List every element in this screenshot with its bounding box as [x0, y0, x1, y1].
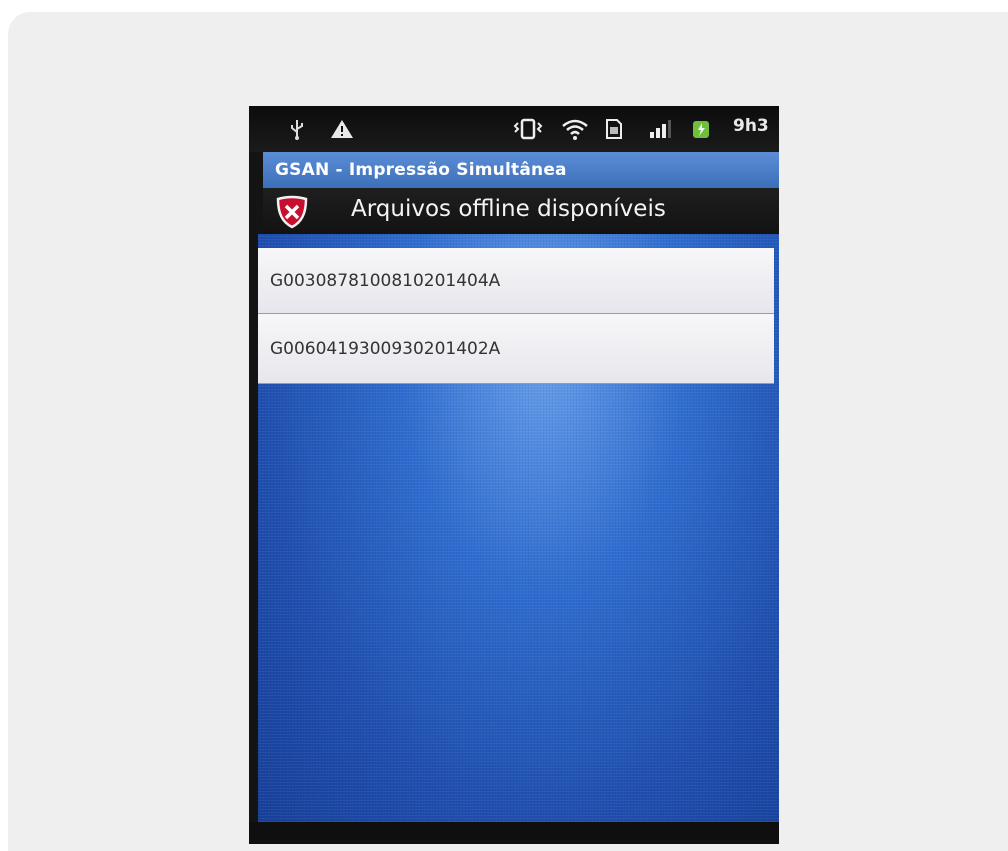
phone-screen: 9h3 GSAN - Impressão Simultânea Arquivos…: [249, 106, 779, 844]
alert-shield-icon: [275, 195, 309, 229]
warning-icon: [329, 116, 355, 142]
bottom-bar: [249, 822, 779, 844]
dialog-header: Arquivos offline disponíveis: [263, 188, 779, 234]
dialog-title: Arquivos offline disponíveis: [351, 196, 666, 222]
list-item-file[interactable]: G0060419300930201402A: [258, 314, 774, 384]
usb-icon: [287, 116, 307, 142]
signal-icon: [647, 116, 673, 142]
status-time: 9h3: [733, 116, 769, 136]
battery-icon: [689, 116, 713, 142]
app-title-bar: GSAN - Impressão Simultânea: [263, 152, 779, 188]
file-name: G0030878100810201404A: [270, 270, 501, 291]
app-title: GSAN - Impressão Simultânea: [275, 160, 567, 180]
status-bar: 9h3: [249, 106, 779, 152]
list-item-file[interactable]: G0030878100810201404A: [258, 248, 774, 314]
vibrate-icon: [511, 116, 545, 142]
file-name: G0060419300930201402A: [270, 338, 501, 359]
wifi-icon: [559, 116, 591, 142]
sd-card-icon: [603, 116, 625, 142]
